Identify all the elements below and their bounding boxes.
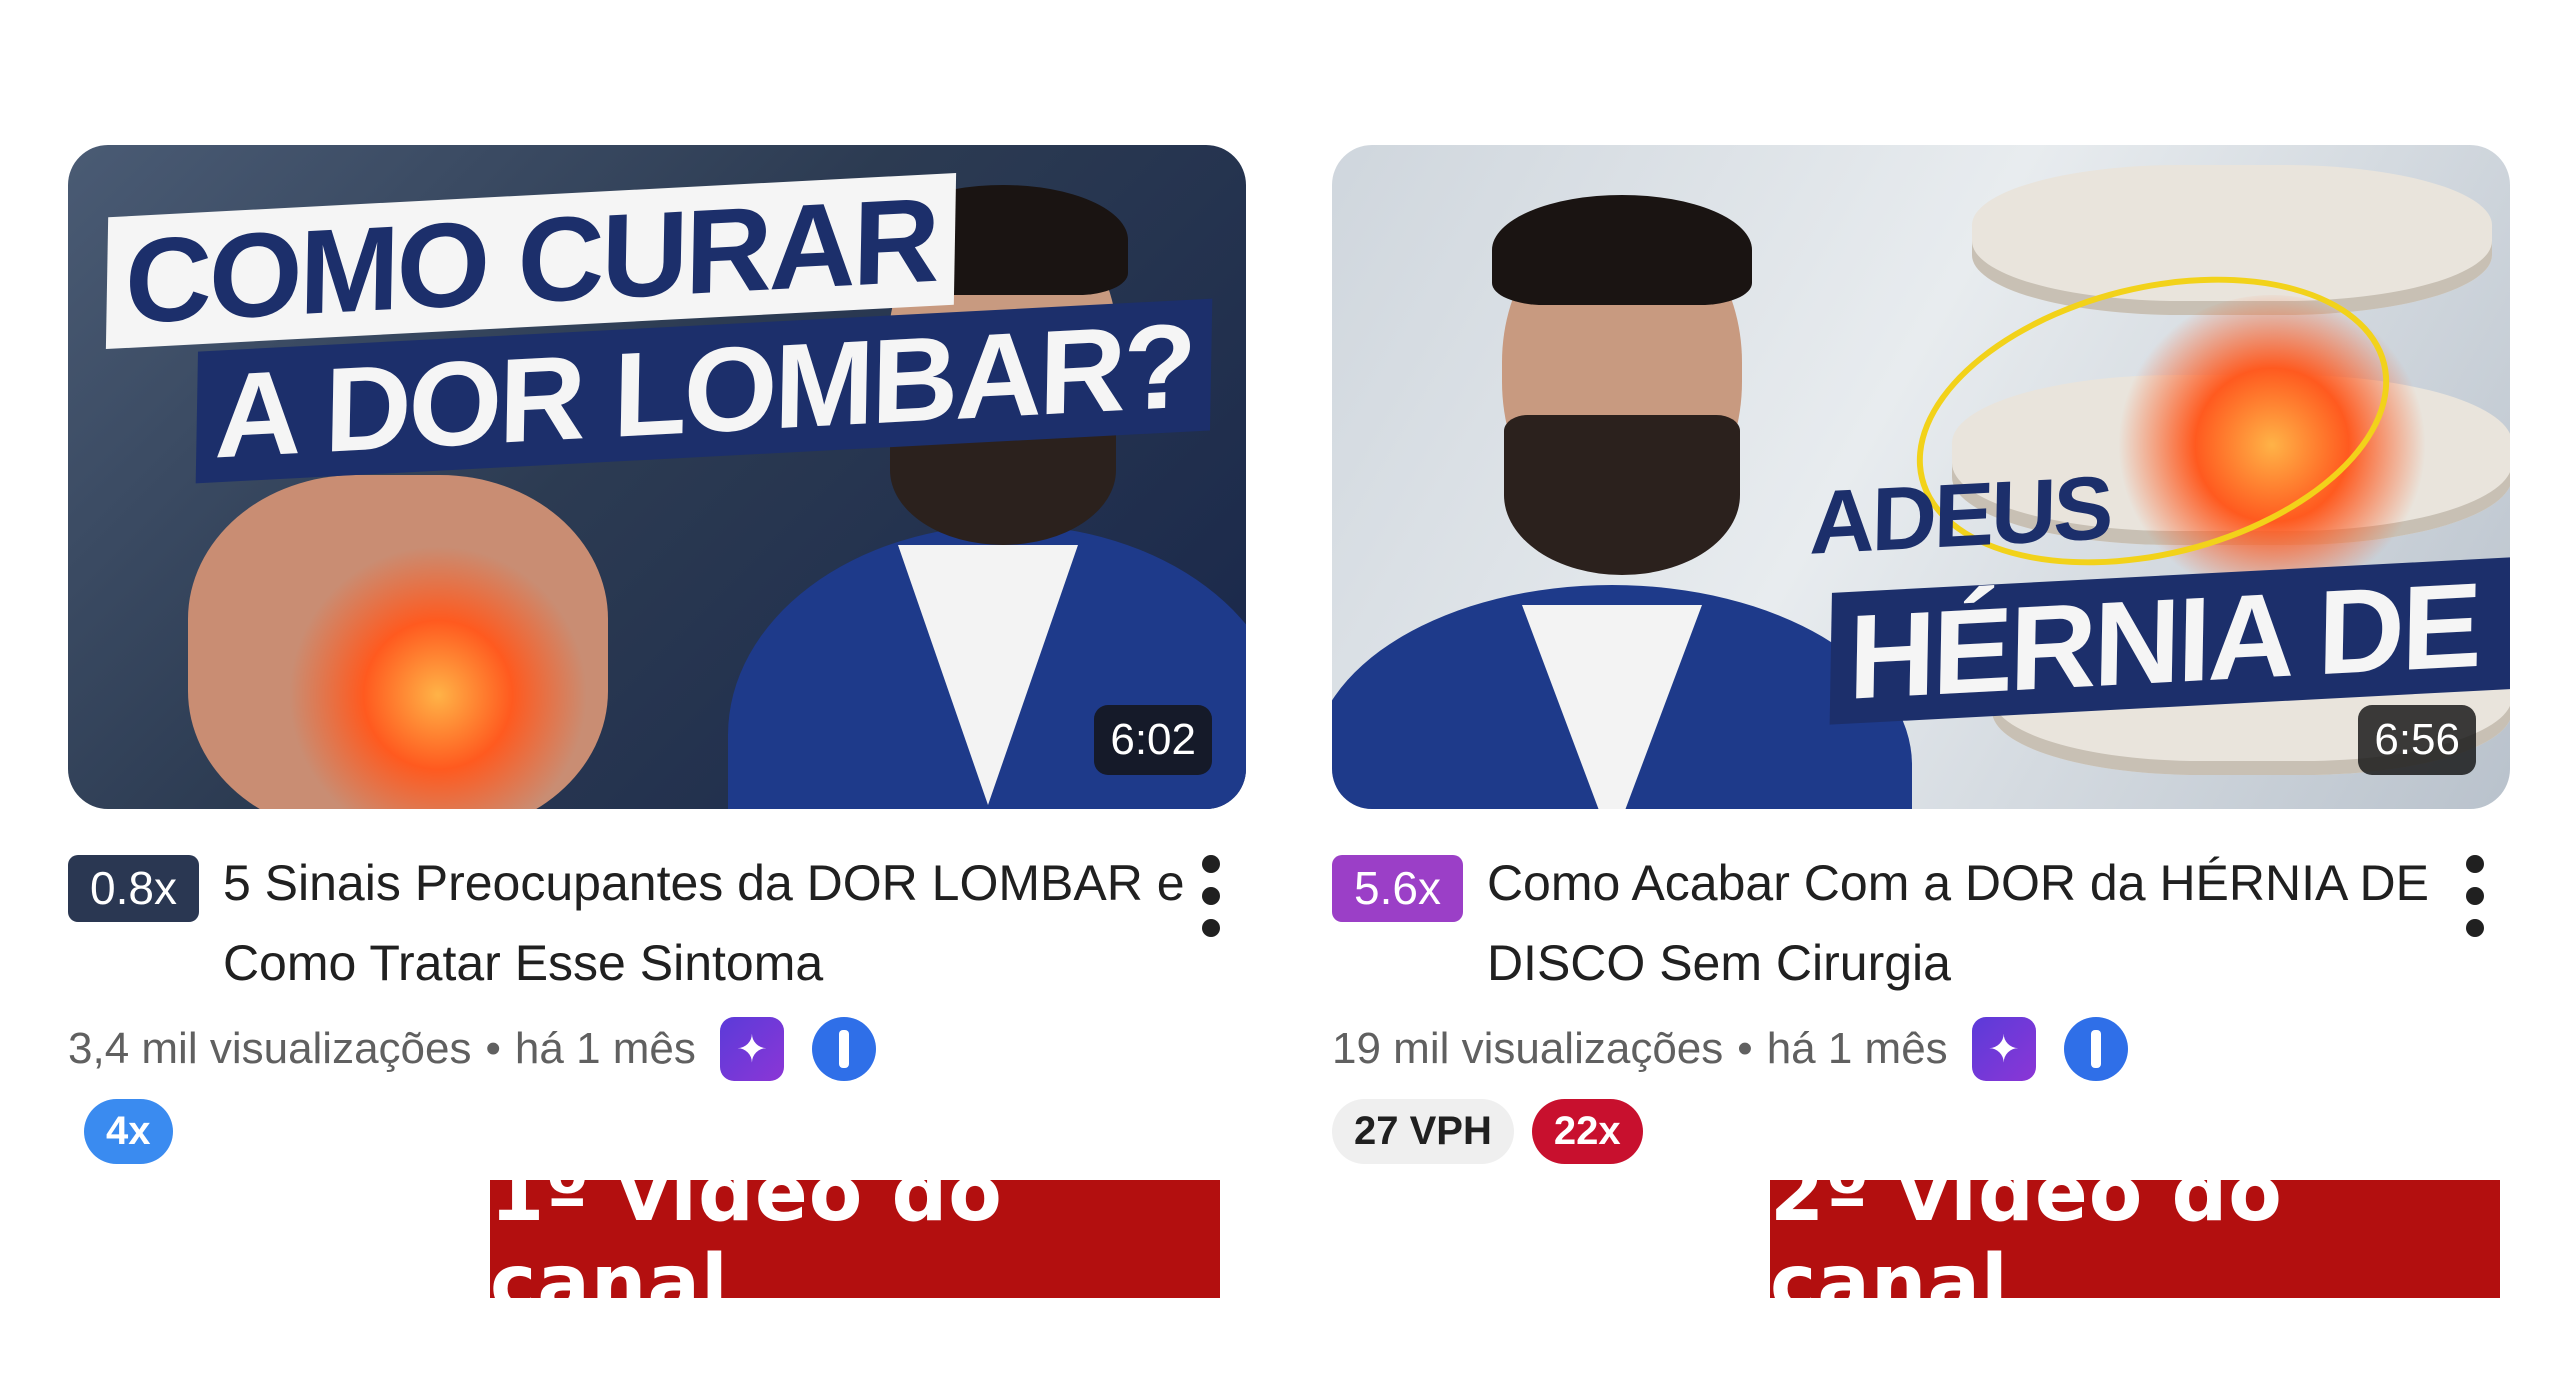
sparkle-icon[interactable]: ✦ [719, 1017, 784, 1081]
vph-chip: 27 VPH [1332, 1099, 1514, 1164]
more-vert-icon[interactable] [1202, 855, 1222, 951]
info-icon[interactable] [2063, 1017, 2128, 1081]
person-beard [1504, 415, 1740, 575]
video-thumbnail-2[interactable]: ADEUS HÉRNIA DE DISCO 6:56 [1332, 145, 2510, 809]
outlier-badge: 5.6x [1332, 855, 1463, 922]
meta-separator: • [1737, 1024, 1753, 1073]
video-thumbnail-1[interactable]: COMO CURAR A DOR LOMBAR? 6:02 [68, 145, 1246, 809]
caption-first-video: 1º vídeo do canal [490, 1149, 1220, 1329]
view-count: 19 mil visualizações [1332, 1024, 1724, 1073]
sparkle-icon[interactable]: ✦ [1971, 1017, 2036, 1081]
video-card-2[interactable]: ADEUS HÉRNIA DE DISCO 6:56 5.6x Como Aca… [1332, 145, 2510, 1164]
upload-age: há 1 mês [1766, 1024, 1948, 1073]
info-icon[interactable] [811, 1017, 876, 1081]
video-title[interactable]: Como Acabar Com a DOR da HÉRNIA DE DISCO… [1487, 843, 2487, 1003]
video-title[interactable]: 5 Sinais Preocupantes da DOR LOMBAR e Co… [223, 843, 1223, 1003]
upload-age: há 1 mês [514, 1024, 696, 1073]
more-vert-icon[interactable] [2466, 855, 2486, 951]
video-card-1[interactable]: COMO CURAR A DOR LOMBAR? 6:02 0.8x 5 Sin… [68, 145, 1246, 1164]
multiplier-chip: 22x [1531, 1099, 1643, 1164]
person-hair [1492, 195, 1752, 305]
outlier-badge: 0.8x [68, 855, 199, 922]
multiplier-chip: 4x [84, 1099, 173, 1164]
meta-separator: • [485, 1024, 501, 1073]
caption-second-video: 2º vídeo do canal [1770, 1149, 2500, 1329]
video-duration: 6:02 [1094, 705, 1212, 775]
video-duration: 6:56 [2358, 705, 2476, 775]
view-count: 3,4 mil visualizações [68, 1024, 472, 1073]
thumb-text-line-1: ADEUS [1808, 458, 2112, 574]
